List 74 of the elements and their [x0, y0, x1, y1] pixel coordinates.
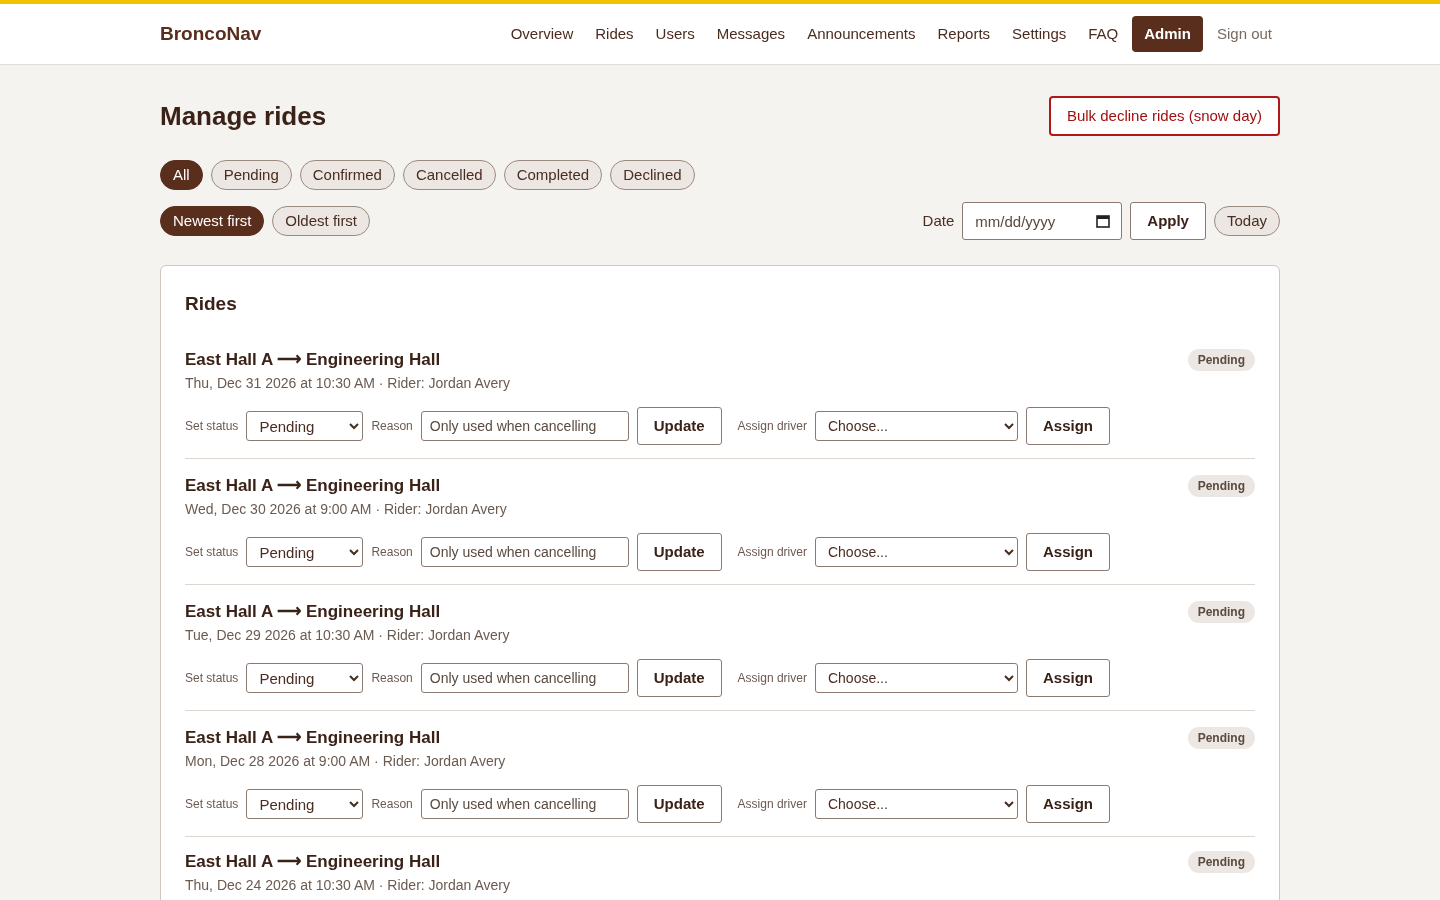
reason-label: Reason: [371, 418, 413, 435]
reason-label: Reason: [371, 544, 413, 561]
status-select[interactable]: Pending: [246, 537, 364, 567]
nav-link[interactable]: Admin: [1132, 15, 1203, 53]
reason-label: Reason: [371, 670, 413, 687]
status-badge: Pending: [1187, 475, 1255, 497]
nav-link[interactable]: Settings: [1004, 15, 1075, 53]
update-button[interactable]: Update: [636, 785, 722, 823]
today-button[interactable]: Today: [1213, 205, 1280, 237]
assign-button[interactable]: Assign: [1025, 785, 1110, 823]
ride-route: East Hall A ⟶ Engineering Hall: [185, 475, 442, 497]
sort-chip[interactable]: Oldest first: [272, 205, 371, 237]
driver-select[interactable]: Choose...: [814, 411, 1018, 441]
nav-link[interactable]: Messages: [708, 15, 794, 53]
ride-details: Wed, Dec 30 2026 at 9:00 AM · Rider: Jordan Avery: [185, 500, 507, 519]
nav-link[interactable]: Reports: [929, 15, 999, 53]
update-button[interactable]: Update: [636, 407, 722, 445]
reason-field[interactable]: Only used when cancelling: [420, 411, 629, 441]
date-field[interactable]: mm/dd/yyyy: [962, 202, 1123, 240]
ride-details: Thu, Dec 31 2026 at 10:30 AM · Rider: Jordan Avery: [185, 374, 511, 393]
status-badge: Pending: [1187, 727, 1255, 749]
ride-details: Mon, Dec 28 2026 at 9:00 AM · Rider: Jordan Avery: [185, 752, 506, 771]
status-badge: Pending: [1187, 851, 1255, 873]
update-button[interactable]: Update: [636, 659, 722, 697]
ride-route: East Hall A ⟶ Engineering Hall: [185, 349, 442, 371]
status-filter-chip[interactable]: Completed: [503, 159, 603, 191]
assign-button[interactable]: Assign: [1025, 407, 1110, 445]
reason-field[interactable]: Only used when cancelling: [420, 663, 629, 693]
reason-field[interactable]: Only used when cancelling: [420, 789, 629, 819]
status-filter-chip[interactable]: Declined: [610, 159, 695, 191]
ride-route: East Hall A ⟶ Engineering Hall: [185, 601, 442, 623]
driver-label: Assign driver: [737, 670, 807, 687]
page-title: Manage rides: [160, 100, 327, 132]
status-badge: Pending: [1187, 601, 1255, 623]
status-label: Set status: [185, 544, 239, 561]
brand-logo: BroncoNav: [160, 21, 262, 46]
date-label: Date: [922, 210, 955, 231]
driver-select[interactable]: Choose...: [814, 537, 1018, 567]
bulk-decline-button[interactable]: Bulk decline rides (snow day): [1048, 96, 1280, 136]
nav-link[interactable]: Announcements: [799, 15, 924, 53]
nav-link[interactable]: Rides: [587, 15, 642, 53]
nav-link[interactable]: FAQ: [1080, 15, 1127, 53]
update-button[interactable]: Update: [636, 533, 722, 571]
nav-link[interactable]: Sign out: [1208, 15, 1280, 53]
card-title: Rides: [185, 292, 238, 316]
assign-button[interactable]: Assign: [1025, 659, 1110, 697]
reason-label: Reason: [371, 796, 413, 813]
driver-select[interactable]: Choose...: [814, 663, 1018, 693]
calendar-icon[interactable]: [1096, 214, 1111, 228]
status-select[interactable]: Pending: [246, 789, 364, 819]
driver-label: Assign driver: [737, 418, 807, 435]
status-filter-chip[interactable]: Pending: [210, 159, 292, 191]
status-select[interactable]: Pending: [246, 663, 364, 693]
ride-details: Tue, Dec 29 2026 at 10:30 AM · Rider: Jordan Avery: [185, 626, 510, 645]
ride-route: East Hall A ⟶ Engineering Hall: [185, 851, 442, 873]
nav-link[interactable]: Users: [647, 15, 703, 53]
driver-label: Assign driver: [737, 796, 807, 813]
status-filter-chip[interactable]: Cancelled: [402, 159, 496, 191]
ride-route: East Hall A ⟶ Engineering Hall: [185, 727, 442, 749]
apply-button[interactable]: Apply: [1130, 202, 1206, 240]
status-filter-chip[interactable]: Confirmed: [299, 159, 395, 191]
status-select[interactable]: Pending: [246, 411, 364, 441]
status-label: Set status: [185, 418, 239, 435]
driver-select[interactable]: Choose...: [814, 789, 1018, 819]
reason-field[interactable]: Only used when cancelling: [420, 537, 629, 567]
status-label: Set status: [185, 670, 239, 687]
assign-button[interactable]: Assign: [1025, 533, 1110, 571]
status-badge: Pending: [1187, 349, 1255, 371]
nav-link[interactable]: Overview: [502, 15, 582, 53]
sort-chip[interactable]: Newest first: [160, 205, 265, 237]
ride-details: Thu, Dec 24 2026 at 10:30 AM · Rider: Jordan Avery: [185, 876, 511, 895]
driver-label: Assign driver: [737, 544, 807, 561]
status-filter-chip[interactable]: All: [160, 159, 203, 191]
status-label: Set status: [185, 796, 239, 813]
